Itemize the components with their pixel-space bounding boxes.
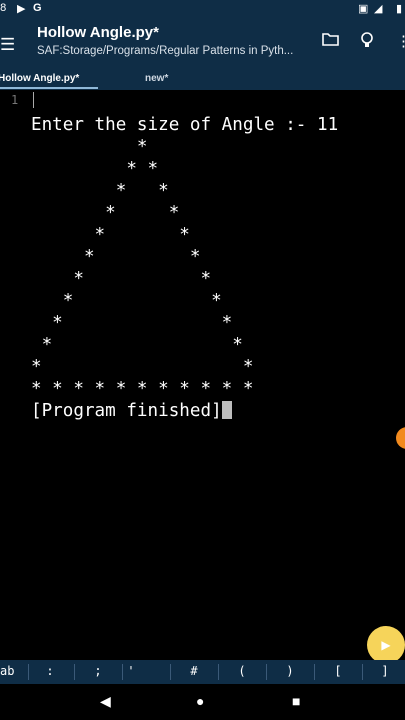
key-open-bracket[interactable]: [ [318,664,358,678]
overflow-menu-icon[interactable]: ⋮ [396,32,405,50]
pattern-line: * * [31,313,233,333]
key-divider [74,664,75,680]
pattern-line: * * [31,225,190,245]
pattern-line: * * [31,335,243,355]
file-path: SAF:Storage/Programs/Regular Patterns in… [37,45,294,57]
status-time: 38 [0,2,7,14]
pattern-line: * * [31,181,169,201]
key-colon[interactable]: : [30,664,70,678]
lightbulb-icon[interactable] [360,32,374,53]
key-quote[interactable]: ' [111,664,151,678]
symbol-keyboard-bar: ab : ; ' # ( ) [ ] [0,660,405,684]
back-icon[interactable]: ◀ [100,693,111,710]
pattern-line: * * [31,203,180,223]
status-bar: 38 ▶ G ▣ ◢ ▮ [0,0,405,18]
line-number: 1 [11,93,19,107]
app-bar: ☰ Hollow Angle.py* SAF:Storage/Programs/… [0,18,405,70]
signal-x-icon: ◢ [374,3,383,15]
tab-bar: Hollow Angle.py* new* [0,70,405,90]
battery-icon: ▮ [396,3,403,15]
key-open-paren[interactable]: ( [222,664,262,678]
text-cursor [33,92,34,108]
program-finished-text: [Program finished] [31,401,222,421]
home-icon[interactable]: ● [196,693,204,709]
pattern-line: * [31,137,148,157]
pattern-line: * * [31,357,254,377]
active-tab-indicator [0,87,98,89]
recents-icon[interactable]: ■ [292,693,300,709]
play-icon: ▶ [17,3,26,15]
key-divider [266,664,267,680]
pattern-line: * * [31,247,201,267]
key-close-bracket[interactable]: ] [365,664,405,678]
terminal-cursor [221,401,232,419]
key-divider [28,664,29,680]
key-close-paren[interactable]: ) [270,664,310,678]
console-prompt: Enter the size of Angle :- 11 [31,115,339,135]
tab-hollow-angle[interactable]: Hollow Angle.py* [0,73,79,84]
file-title: Hollow Angle.py* [37,24,159,41]
google-g-icon: G [33,2,42,14]
pattern-line: * * * * * * * * * * * [31,379,254,399]
pattern-line: * * [31,159,159,179]
folder-icon[interactable] [322,32,339,50]
run-button[interactable]: ▶ [367,626,405,664]
key-divider [218,664,219,680]
hamburger-menu-icon[interactable]: ☰ [0,35,15,55]
key-tab[interactable]: ab [0,664,20,678]
key-divider [362,664,363,680]
tab-new[interactable]: new* [145,73,168,84]
pattern-line: * * [31,269,212,289]
console-output: Enter the size of Angle :- 11 * * * * * … [31,114,338,422]
play-icon: ▶ [381,638,391,652]
system-nav-bar: ◀ ● ■ [0,684,405,720]
key-divider [314,664,315,680]
battery-saver-icon: ▣ [358,3,369,15]
pattern-line: * * [31,291,222,311]
key-hash[interactable]: # [174,664,214,678]
key-divider [170,664,171,680]
